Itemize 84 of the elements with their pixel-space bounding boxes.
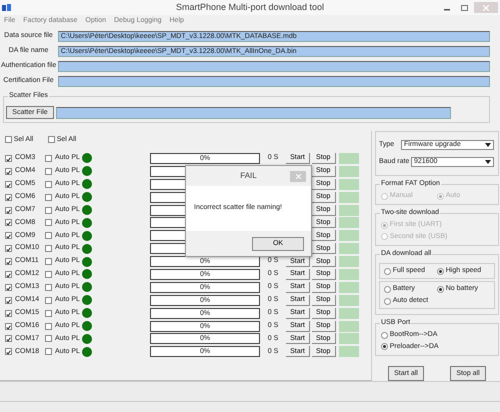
close-icon (483, 4, 490, 10)
checkbox[interactable] (45, 284, 52, 291)
checkbox[interactable] (45, 154, 52, 162)
checkbox[interactable] (5, 258, 12, 266)
window-title: SmartPhone Multi-port download tool (176, 2, 324, 13)
checkbox[interactable] (5, 154, 12, 162)
radio-button[interactable] (384, 298, 391, 305)
checkbox[interactable] (45, 194, 52, 201)
checkbox[interactable] (5, 348, 12, 356)
checkbox[interactable] (45, 258, 52, 266)
status-dot (82, 218, 92, 228)
checkbox[interactable] (45, 335, 52, 342)
checkbox[interactable] (5, 136, 12, 144)
status-box (338, 346, 359, 358)
checkbox[interactable] (5, 270, 12, 278)
radio-button[interactable] (384, 286, 391, 294)
dropdown-arrow-icon (485, 142, 491, 147)
status-dot (82, 230, 92, 241)
checkbox[interactable] (5, 322, 12, 330)
status-dot (82, 205, 92, 215)
status-dot (82, 282, 92, 292)
status-box (338, 268, 359, 280)
checkbox[interactable] (5, 180, 12, 188)
close-icon (296, 174, 300, 179)
checkbox[interactable] (45, 348, 52, 356)
status-dot (82, 346, 92, 357)
status-dot (82, 308, 92, 318)
checkbox[interactable] (5, 284, 12, 291)
radio-button[interactable] (384, 268, 391, 275)
checkbox[interactable] (48, 136, 55, 144)
status-box (338, 308, 359, 319)
checkbox[interactable] (45, 322, 52, 330)
status-box (338, 166, 359, 177)
checkbox[interactable] (45, 180, 52, 188)
radio-button[interactable] (437, 286, 444, 294)
status-dot (82, 256, 92, 267)
checkbox[interactable] (45, 206, 52, 214)
radio-button[interactable] (437, 268, 444, 275)
checkbox[interactable] (45, 296, 52, 304)
checkbox[interactable] (5, 245, 12, 252)
status-box (338, 152, 359, 164)
checkbox[interactable] (5, 168, 12, 175)
status-box (338, 333, 359, 344)
scatter-file-field[interactable] (56, 106, 451, 118)
maximize-icon (461, 4, 468, 10)
status-box (338, 204, 359, 216)
status-box (338, 282, 359, 293)
status-dot (82, 153, 92, 164)
radio-button[interactable] (381, 343, 388, 350)
app-icon (2, 4, 11, 12)
status-box (338, 217, 359, 228)
status-dot (82, 166, 92, 176)
status-dot (82, 179, 92, 190)
dropdown-arrow-icon (485, 160, 491, 164)
checkbox[interactable] (5, 232, 12, 240)
checkbox[interactable] (45, 310, 52, 317)
status-box (338, 256, 359, 268)
checkbox[interactable] (5, 310, 12, 317)
status-dot (82, 295, 92, 306)
status-box (338, 178, 359, 190)
checkbox[interactable] (5, 206, 12, 214)
checkbox[interactable] (5, 219, 12, 226)
checkbox[interactable] (5, 335, 12, 342)
file-path-field[interactable] (58, 61, 490, 72)
checkbox[interactable] (45, 270, 52, 278)
status-dot (82, 321, 92, 332)
status-box (338, 294, 359, 306)
file-path-field[interactable] (58, 76, 490, 87)
status-dot (82, 334, 92, 344)
checkbox[interactable] (5, 296, 12, 304)
status-dot (82, 269, 92, 280)
checkbox[interactable] (45, 168, 52, 175)
status-box (338, 192, 359, 203)
checkbox[interactable] (45, 232, 52, 240)
checkbox[interactable] (45, 245, 52, 252)
dialog-title: FAIL (240, 171, 257, 181)
status-dot (82, 244, 92, 254)
status-box (338, 243, 359, 254)
status-box (338, 230, 359, 242)
status-box (338, 320, 359, 332)
checkbox[interactable] (5, 194, 12, 201)
checkbox[interactable] (45, 219, 52, 226)
status-dot (82, 192, 92, 202)
radio-button[interactable] (381, 332, 388, 339)
